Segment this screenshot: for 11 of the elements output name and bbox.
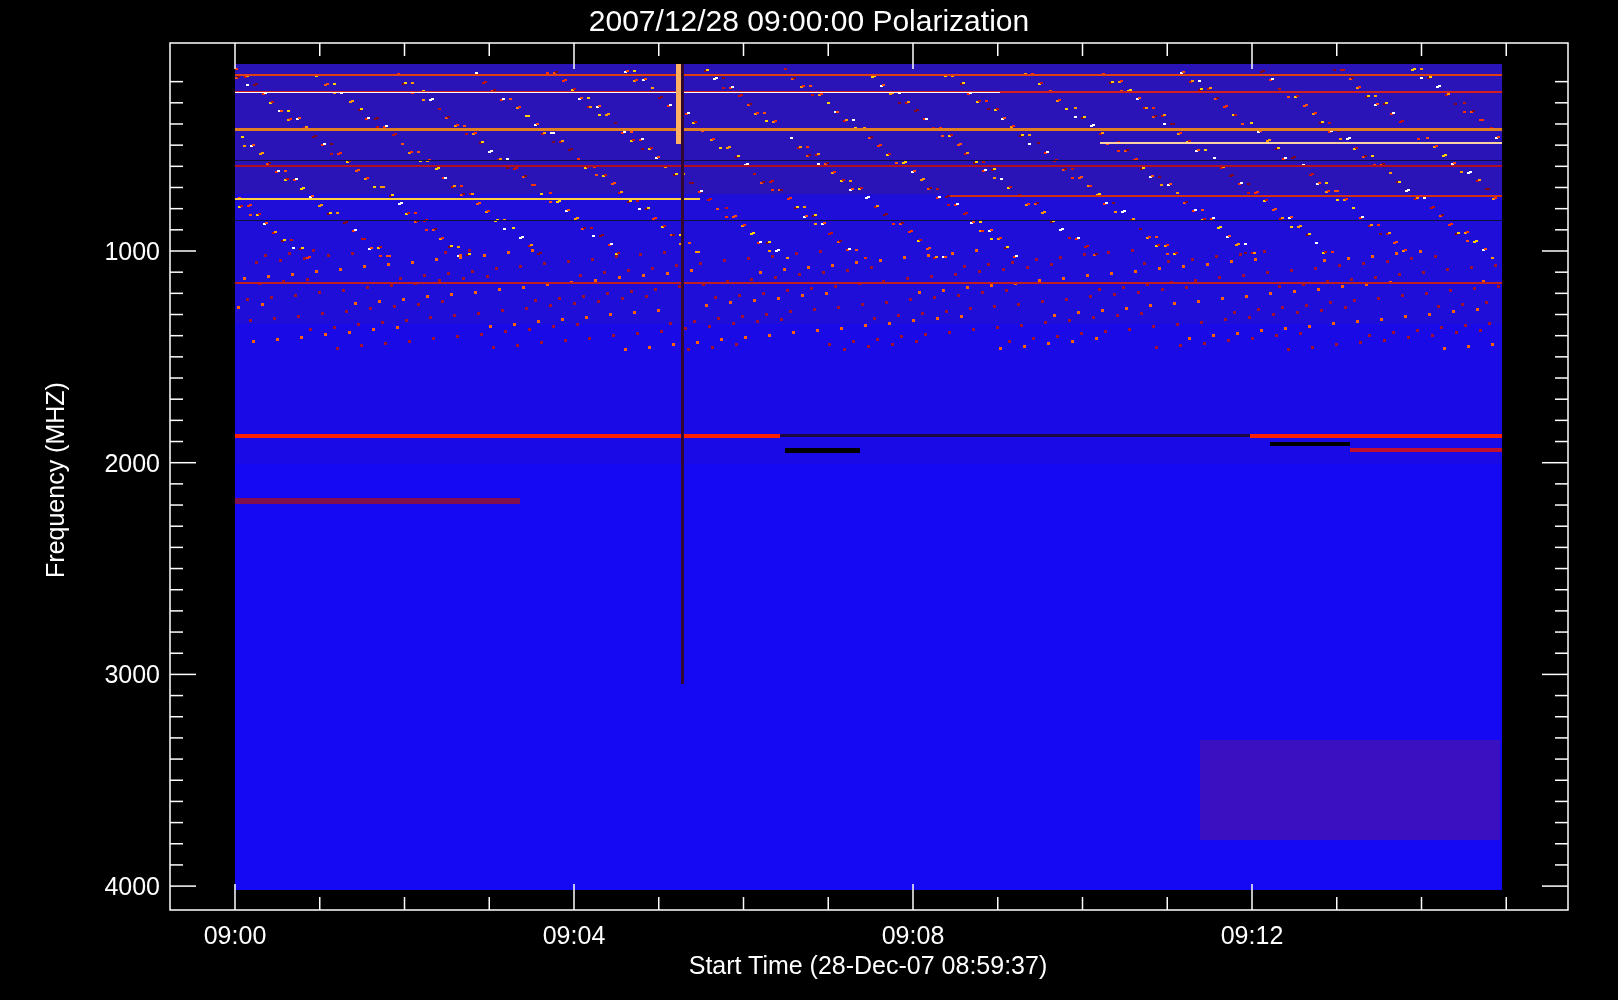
x-tick-label: 09:12	[1220, 921, 1284, 949]
x-axis-label: Start Time (28-Dec-07 08:59:37)	[688, 951, 1048, 979]
x-tick-label: 09:00	[203, 921, 267, 949]
y-tick-label: 1000	[104, 237, 160, 265]
y-tick-label: 4000	[104, 872, 160, 901]
y-tick-label: 3000	[104, 660, 160, 689]
x-tick-label: 09:04	[542, 921, 606, 949]
y-axis-label: Frequency (MHZ)	[41, 382, 69, 578]
x-tick-label: 09:08	[881, 921, 945, 949]
y-tick-label: 2000	[104, 448, 160, 477]
plot-title: 2007/12/28 09:00:00 Polarization	[588, 4, 1030, 37]
